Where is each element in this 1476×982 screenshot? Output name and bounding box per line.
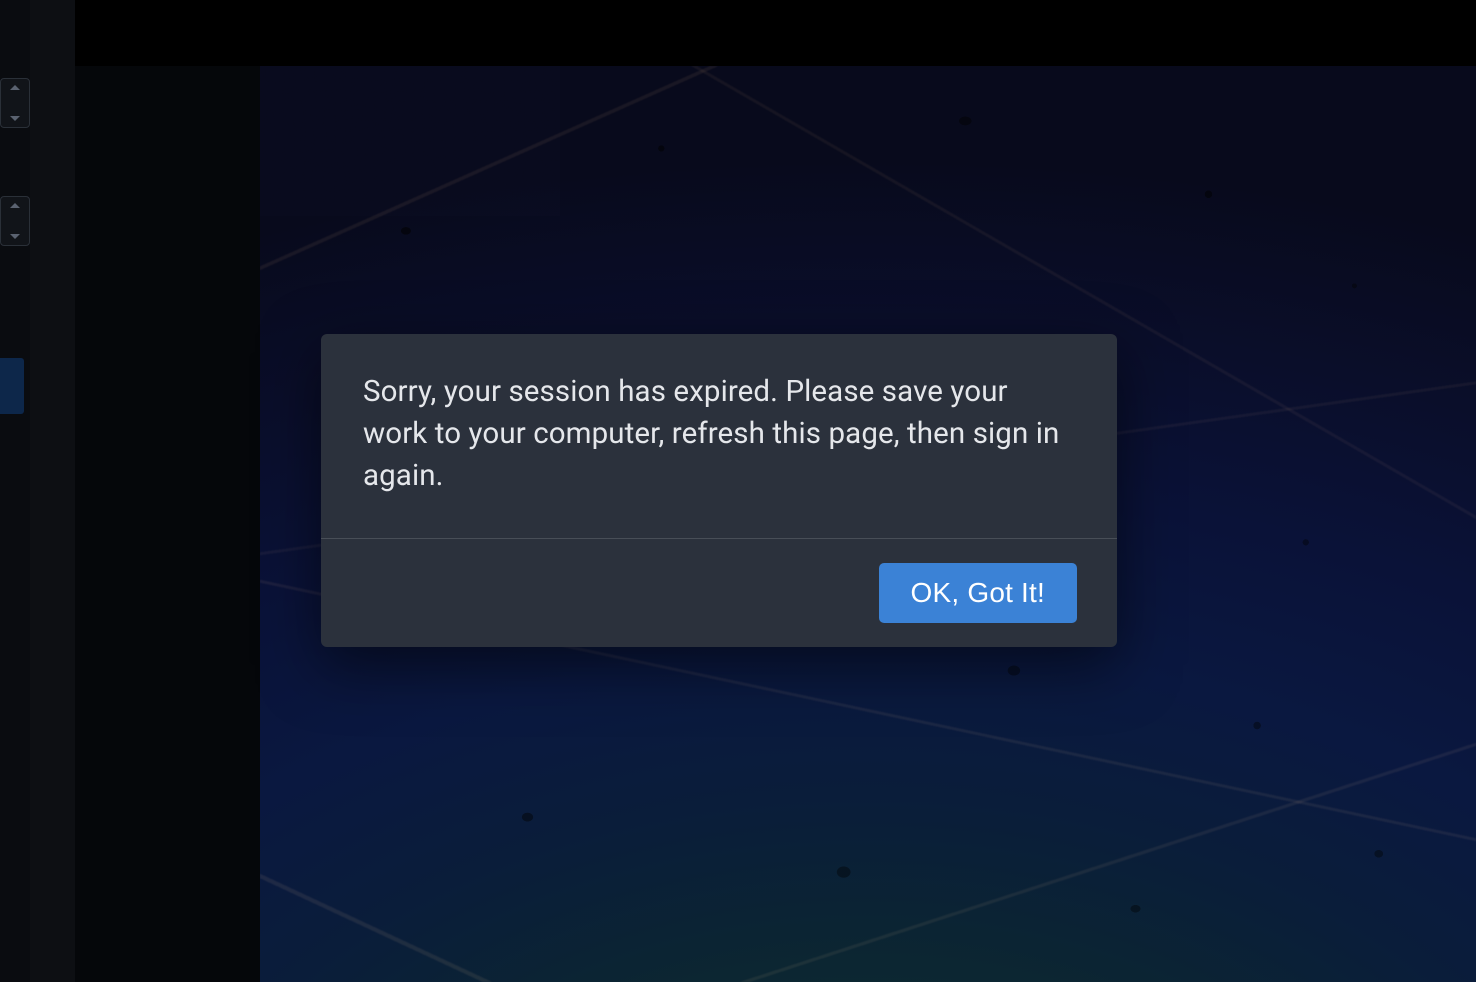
chevron-up-icon — [10, 203, 20, 208]
panel-gutter — [75, 0, 260, 982]
dialog-footer: OK, Got It! — [321, 538, 1117, 647]
toolbar-region — [75, 0, 1476, 66]
sidebar — [0, 0, 30, 982]
chevron-up-icon — [10, 85, 20, 90]
dialog-message: Sorry, your session has expired. Please … — [363, 372, 1075, 498]
session-expired-dialog: Sorry, your session has expired. Please … — [321, 334, 1117, 647]
ok-button[interactable]: OK, Got It! — [879, 563, 1077, 623]
chevron-down-icon — [10, 234, 20, 239]
active-tool-indicator[interactable] — [0, 358, 24, 414]
dialog-body: Sorry, your session has expired. Please … — [321, 334, 1117, 538]
number-stepper[interactable] — [0, 78, 30, 128]
panel-gutter — [30, 0, 75, 982]
number-stepper[interactable] — [0, 196, 30, 246]
chevron-down-icon — [10, 116, 20, 121]
